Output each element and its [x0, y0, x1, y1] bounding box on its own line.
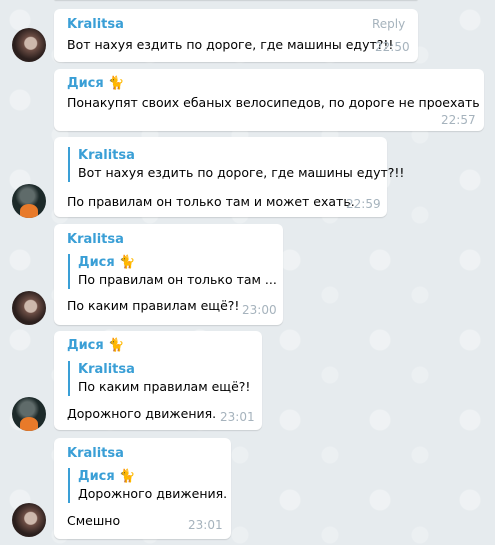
- sender-name[interactable]: Kralitsa: [67, 446, 124, 461]
- message-bubble[interactable]: Дися 🐈 Понакупят своих ебаных велосипедо…: [54, 69, 484, 131]
- message-text: Вот нахуя ездить по дороге, где машины е…: [67, 37, 394, 52]
- avatar[interactable]: [12, 184, 46, 218]
- message-text: Дорожного движения.: [67, 406, 217, 421]
- message-time: 23:01: [220, 410, 255, 424]
- reply-quote[interactable]: Дися 🐈 Дорожного движения.: [68, 468, 227, 503]
- message-time: 22:50: [375, 40, 410, 54]
- sender-name[interactable]: Дися 🐈: [67, 338, 124, 353]
- quote-sender-label: Дися: [78, 469, 115, 484]
- sender-name[interactable]: Kralitsa: [67, 232, 124, 247]
- message-bubble[interactable]: Дися 🐈 Kralitsa По каким правилам ещё?! …: [54, 331, 262, 430]
- cat-emoji-icon: 🐈: [119, 255, 136, 270]
- message-bubble[interactable]: Kralitsa Дися 🐈 Дорожного движения. Смеш…: [54, 438, 231, 539]
- avatar[interactable]: [12, 397, 46, 431]
- sender-name[interactable]: Дися 🐈: [67, 76, 124, 91]
- message-text: По правилам он только там и может ехать.: [67, 194, 355, 209]
- message-bubble[interactable]: Kralitsa Reply Вот нахуя ездить по дорог…: [54, 9, 418, 62]
- message-time: 23:01: [188, 518, 223, 532]
- reply-button[interactable]: Reply: [372, 17, 405, 31]
- avatar[interactable]: [12, 28, 46, 62]
- cat-emoji-icon: 🐈: [119, 469, 136, 484]
- sender-label: Дися: [67, 338, 104, 353]
- quote-sender-label: Дися: [78, 255, 115, 270]
- quote-text: Дорожного движения.: [78, 486, 228, 501]
- message-bubble[interactable]: Kralitsa Дися 🐈 По правилам он только та…: [54, 224, 283, 325]
- quote-sender: Дися 🐈: [78, 254, 277, 271]
- avatar[interactable]: [12, 291, 46, 325]
- message-time: 23:00: [242, 303, 277, 317]
- quote-sender: Дися 🐈: [78, 468, 227, 485]
- quote-sender: Kralitsa: [78, 362, 135, 377]
- message-text: По каким правилам ещё?!: [67, 298, 240, 313]
- reply-quote[interactable]: Kralitsa Вот нахуя ездить по дороге, где…: [68, 147, 404, 182]
- quote-sender: Kralitsa: [78, 148, 135, 163]
- message-bubble[interactable]: Kralitsa Вот нахуя ездить по дороге, где…: [54, 137, 404, 217]
- sender-label: Дися: [67, 76, 104, 91]
- message-time: 22:59: [346, 197, 381, 211]
- cat-emoji-icon: 🐈: [108, 76, 125, 91]
- sender-name[interactable]: Kralitsa: [67, 17, 124, 32]
- quote-text: По правилам он только там ...: [78, 272, 277, 287]
- avatar[interactable]: [12, 503, 46, 537]
- reply-quote[interactable]: Дися 🐈 По правилам он только там ...: [68, 254, 277, 289]
- message-text: Понакупят своих ебаных велосипедов, по д…: [67, 95, 480, 110]
- message-text: Смешно: [67, 513, 121, 528]
- cat-emoji-icon: 🐈: [108, 338, 125, 353]
- quote-text: Вот нахуя ездить по дороге, где машины е…: [78, 165, 405, 180]
- message-time: 22:57: [441, 113, 476, 127]
- reply-quote[interactable]: Kralitsa По каким правилам ещё?!: [68, 361, 250, 396]
- quote-text: По каким правилам ещё?!: [78, 379, 251, 394]
